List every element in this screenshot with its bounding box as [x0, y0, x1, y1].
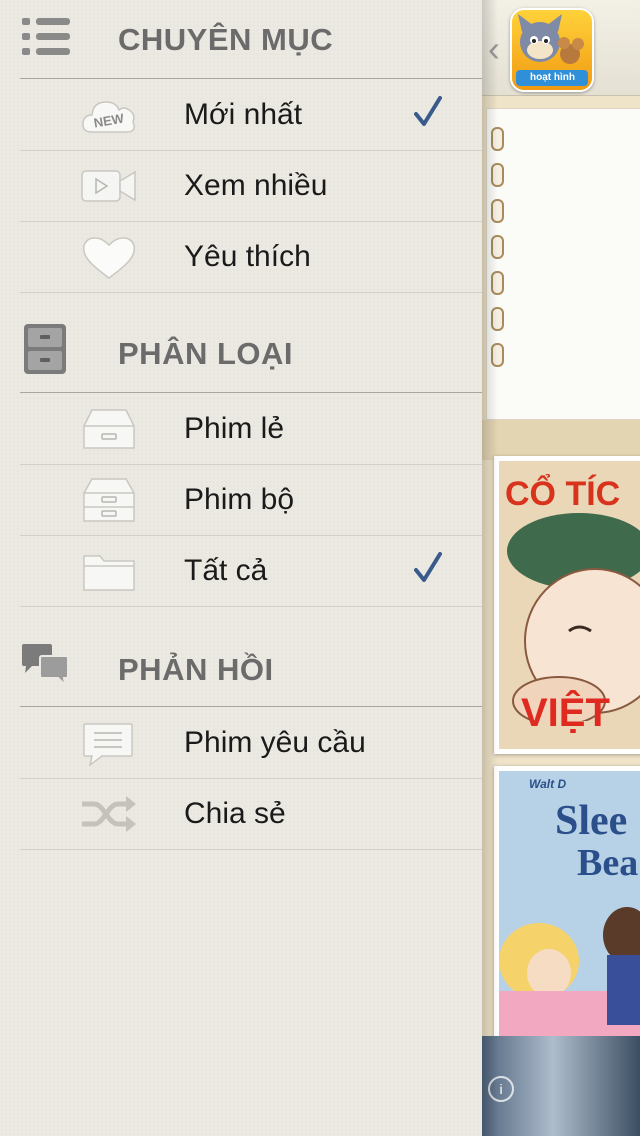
notepad-banner: [486, 108, 640, 420]
poster-title: CỔ TÍC: [505, 475, 621, 513]
menu-item-label: Phim lẻ: [184, 412, 285, 445]
side-menu: CHUYÊN MỤC NEW Mới nhất Xem nhiều Yêu th…: [0, 0, 482, 1136]
cartoon-boy-illustration: [507, 513, 640, 721]
menu-item-yeu-thich[interactable]: Yêu thích: [20, 222, 482, 293]
movie-poster[interactable]: CỔ TÍC VIỆT: [494, 456, 640, 754]
binder-ring: [491, 343, 504, 367]
menu-item-label: Xem nhiều: [184, 169, 328, 202]
drawer-icon: [83, 478, 135, 522]
menu-item-label: Yêu thích: [184, 240, 311, 273]
menu-item-xem-nhieu[interactable]: Xem nhiều: [20, 151, 482, 222]
binder-ring: [491, 163, 504, 187]
chat-bubbles-icon: [22, 644, 69, 688]
heart-icon: [82, 237, 136, 279]
checkmark-icon: [414, 96, 442, 126]
movie-poster[interactable]: Walt D Slee Bea: [494, 766, 640, 1042]
poster-title: Slee: [555, 798, 628, 844]
nav-bar: ‹ hoạt hình: [482, 0, 640, 96]
divider: [20, 78, 482, 79]
section-title: CHUYÊN MỤC: [118, 22, 334, 57]
section-header-phan-hoi: PHẢN HỒI: [0, 628, 482, 706]
divider: [20, 392, 482, 393]
shuffle-icon: [82, 796, 136, 832]
cabinet-icon: [24, 324, 66, 374]
binder-ring: [491, 307, 504, 331]
section-header-phan-loai: PHÂN LOẠI: [0, 314, 482, 392]
poster-brand: Walt D: [529, 777, 567, 791]
logo-text: hoạt hình: [530, 72, 575, 83]
main-content-peek[interactable]: ‹ hoạt hình CỔ TÍC VIỆT Walt D Slee Bea …: [482, 0, 640, 1136]
new-badge-icon: NEW: [82, 101, 135, 133]
binder-ring: [491, 199, 504, 223]
video-camera-icon: [81, 170, 136, 202]
menu-item-phim-bo[interactable]: Phim bộ: [20, 465, 482, 536]
back-chevron-icon[interactable]: ‹: [488, 28, 500, 70]
section-title: PHẢN HỒI: [118, 652, 274, 687]
menu-item-label: Phim bộ: [184, 483, 295, 516]
folder-icon: [83, 555, 135, 591]
menu-item-moi-nhat[interactable]: NEW Mới nhất: [20, 80, 482, 151]
poster-title: Bea: [577, 842, 639, 884]
list-icon: [22, 18, 70, 55]
princess-illustration: [499, 907, 640, 1037]
ad-info-icon[interactable]: i: [488, 1076, 514, 1102]
divider: [20, 706, 482, 707]
menu-item-label: Phim yêu cầu: [184, 726, 366, 759]
poster-subtitle: VIỆT: [521, 691, 610, 735]
binder-ring: [491, 127, 504, 151]
menu-item-phim-le[interactable]: Phim lẻ: [20, 394, 482, 465]
binder-ring: [491, 271, 504, 295]
message-icon: [83, 723, 133, 766]
menu-item-phim-yeu-cau[interactable]: Phim yêu cầu: [20, 708, 482, 779]
menu-item-tat-ca[interactable]: Tất cả: [20, 536, 482, 607]
tray-icon: [83, 409, 135, 449]
app-logo[interactable]: hoạt hình: [510, 8, 594, 92]
binder-ring: [491, 235, 504, 259]
menu-item-label: Chia sẻ: [184, 797, 286, 830]
checkmark-icon: [414, 552, 442, 582]
section-title: PHÂN LOẠI: [118, 336, 293, 371]
menu-item-chia-se[interactable]: Chia sẻ: [20, 779, 482, 850]
section-header-chuyen-muc: CHUYÊN MỤC: [0, 0, 482, 78]
menu-item-label: Tất cả: [184, 554, 268, 587]
menu-item-label: Mới nhất: [184, 98, 303, 131]
decorative-strip: [482, 420, 640, 460]
